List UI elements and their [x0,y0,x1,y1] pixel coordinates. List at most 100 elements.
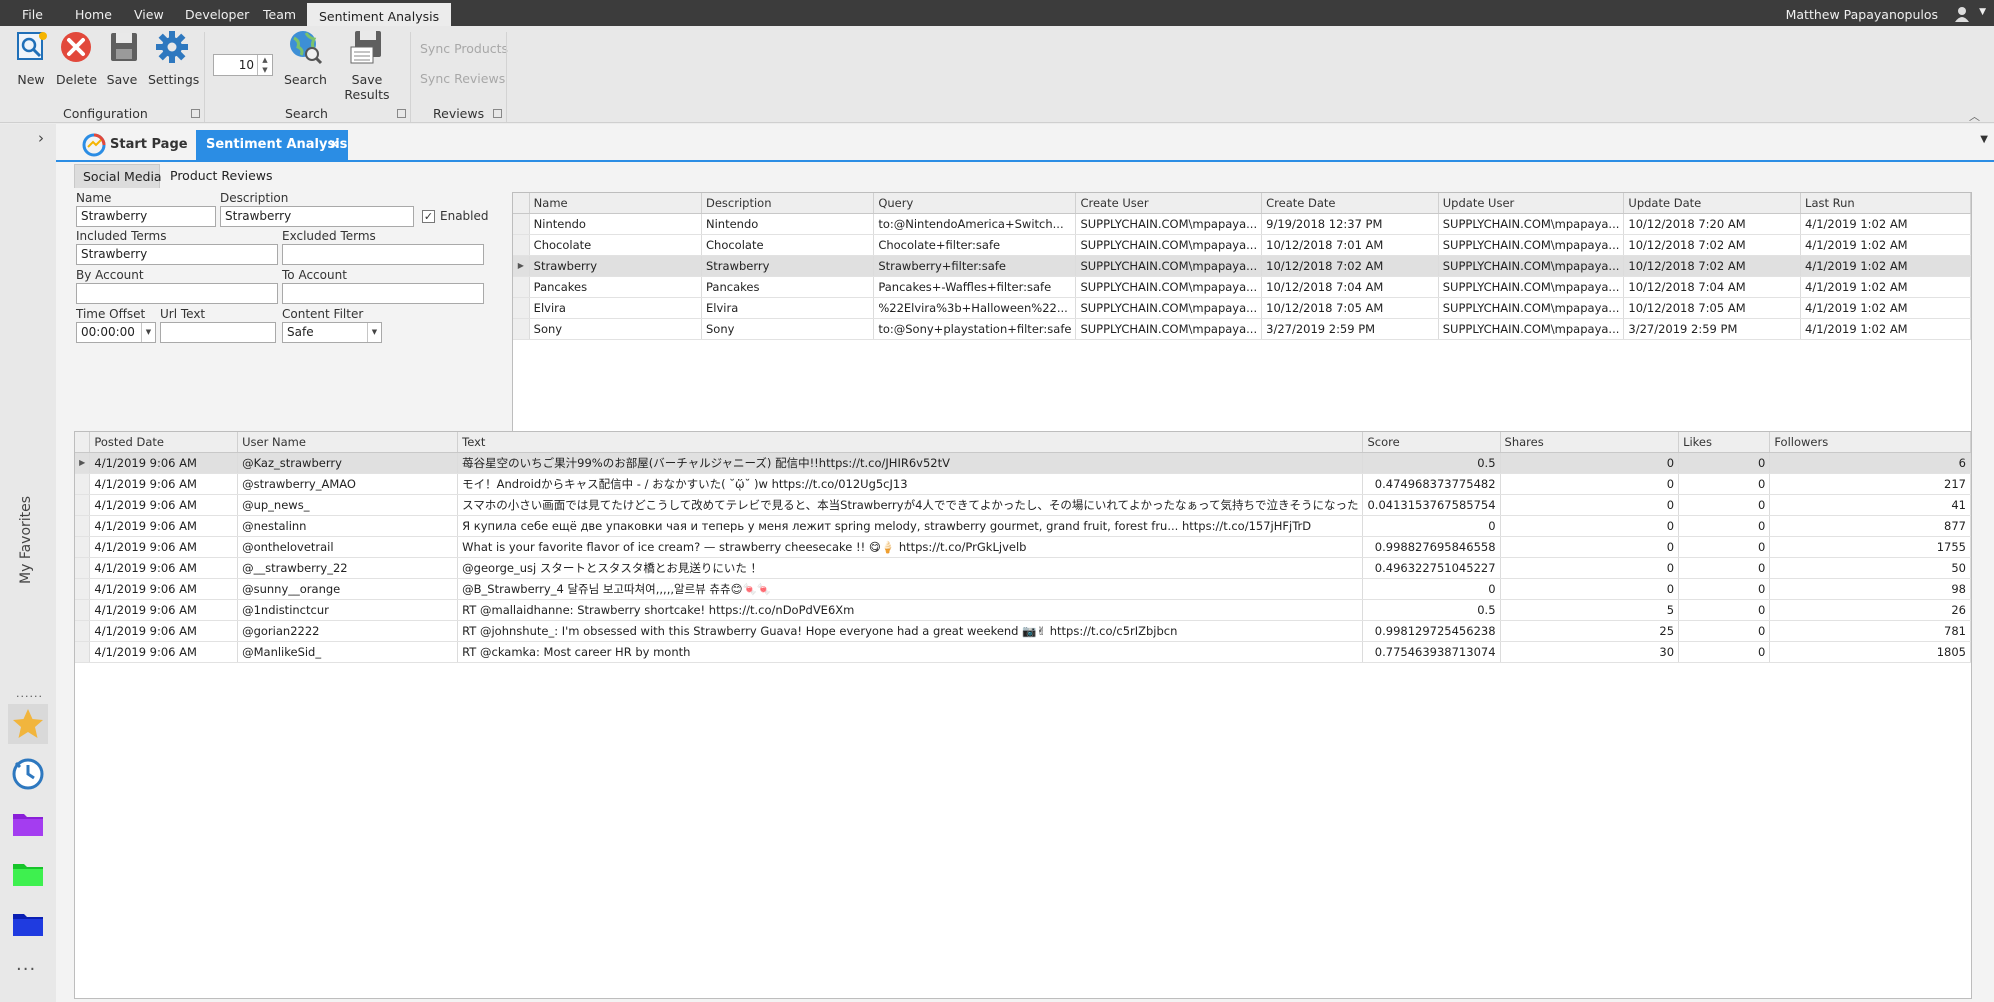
row-indicator[interactable] [513,276,530,298]
column-header-likes[interactable]: Likes [1678,432,1771,453]
column-header-text[interactable]: Text [457,432,1364,453]
reviews-launcher-icon[interactable] [493,109,502,118]
dock-more-icon[interactable]: ··· [16,959,36,980]
table-row[interactable]: 4/1/2019 9:06 AM @gorian2222 RT @johnshute… [75,620,1971,642]
table-row[interactable]: 4/1/2019 9:06 AM @nestalinn Я купила себе … [75,515,1971,537]
table-row[interactable]: ▶ 4/1/2019 9:06 AM @Kaz_strawberry 苺谷星空のいちご… [75,452,1971,474]
column-header-posted-date[interactable]: Posted Date [89,432,239,453]
menu-developer[interactable]: Developer [185,0,249,26]
table-row[interactable]: 4/1/2019 9:06 AM @up_news_ スマホの小さい画面では見てたけ… [75,494,1971,516]
close-tab-icon[interactable]: ✕ [328,130,340,160]
table-row[interactable]: Chocolate Chocolate Chocolate+filter:safe S… [513,234,1971,256]
table-row[interactable]: 4/1/2019 9:06 AM @1ndistinctcur RT @mallai… [75,599,1971,621]
column-header-description[interactable]: Description [701,193,875,214]
new-button[interactable]: New [14,29,48,87]
save-results-button[interactable]: Save Results [334,29,400,102]
row-indicator[interactable] [513,318,530,340]
purple-folder-icon[interactable] [8,804,48,844]
save-button[interactable]: Save [106,29,138,87]
content-filter-select[interactable]: Safe ▼ [282,322,382,343]
result-count-spinner[interactable]: 10 ▲ ▼ [213,54,273,76]
column-header-score[interactable]: Score [1362,432,1501,453]
row-indicator[interactable] [75,578,91,600]
row-indicator[interactable] [513,234,530,256]
row-indicator[interactable] [513,297,530,319]
cell-description: Nintendo [701,213,875,235]
star-icon[interactable] [8,704,48,744]
table-row[interactable]: 4/1/2019 9:06 AM @strawberry_AMAO モイ！Andro… [75,473,1971,495]
row-indicator[interactable] [75,599,91,621]
tab-start-page[interactable]: Start Page [80,130,188,160]
row-indicator[interactable] [75,620,91,642]
included-terms-field[interactable]: Strawberry [76,244,278,265]
user-menu-caret-icon[interactable]: ▼ [1979,7,1986,17]
column-header-create-user[interactable]: Create User [1075,193,1263,214]
menu-view[interactable]: View [134,0,164,26]
tab-sentiment-analysis[interactable]: Sentiment Analysis ✕ [196,130,348,160]
menu-sentiment-analysis[interactable]: Sentiment Analysis [307,3,452,26]
column-header-create-date[interactable]: Create Date [1261,193,1439,214]
expand-dock-icon[interactable]: › [38,129,44,147]
spinner-arrows-icon[interactable]: ▲ ▼ [257,55,272,75]
column-header-query[interactable]: Query [873,193,1077,214]
to-account-label: To Account [282,268,347,282]
row-indicator[interactable] [75,473,91,495]
configuration-launcher-icon[interactable] [191,109,200,118]
excluded-terms-field[interactable] [282,244,484,265]
search-group-label: Search [285,106,328,121]
content-filter-dropdown-icon[interactable]: ▼ [367,323,381,342]
time-offset-field[interactable]: 00:00:00 ▼ [76,322,156,343]
table-row[interactable]: Sony Sony to:@Sony+playstation+filter:safe… [513,318,1971,340]
column-header-update-user[interactable]: Update User [1438,193,1625,214]
row-indicator[interactable] [75,536,91,558]
column-header-user-name[interactable]: User Name [237,432,459,453]
dock-grip-icon[interactable]: ...... [16,687,43,700]
table-row[interactable]: Elvira Elvira %22Elvira%3b+Halloween%22...… [513,297,1971,319]
search-launcher-icon[interactable] [397,109,406,118]
enabled-checkbox[interactable]: ✓ [422,210,435,223]
current-row-arrow-icon[interactable]: ▶ [513,255,530,277]
settings-button[interactable]: Settings [148,29,199,87]
sync-products-button[interactable]: Sync Products [420,41,508,56]
table-row[interactable]: Nintendo Nintendo to:@NintendoAmerica+Swit… [513,213,1971,235]
menu-home[interactable]: Home [75,0,112,26]
table-row[interactable]: ▶ Strawberry Strawberry Strawberry+filter:s… [513,255,1971,277]
name-field[interactable]: Strawberry [76,206,216,227]
green-folder-icon[interactable] [8,854,48,894]
my-favorites-label[interactable]: My Favorites [18,496,34,584]
table-row[interactable]: 4/1/2019 9:06 AM @onthelovetrail What is y… [75,536,1971,558]
cell-shares: 0 [1500,494,1680,516]
row-indicator[interactable] [75,515,91,537]
row-indicator[interactable] [75,641,91,663]
search-button[interactable]: Search [284,29,327,87]
table-row[interactable]: 4/1/2019 9:06 AM @ManlikeSid_ RT @ckamka: … [75,641,1971,663]
column-header-followers[interactable]: Followers [1769,432,1971,453]
row-indicator[interactable] [75,494,91,516]
by-account-field[interactable] [76,283,278,304]
table-row[interactable]: 4/1/2019 9:06 AM @sunny__orange @B_Strawbe… [75,578,1971,600]
column-header-update-date[interactable]: Update Date [1623,193,1802,214]
table-row[interactable]: 4/1/2019 9:06 AM @__strawberry_22 @george_… [75,557,1971,579]
delete-button[interactable]: Delete [56,29,97,87]
time-offset-dropdown-icon[interactable]: ▼ [141,323,155,342]
current-row-arrow-icon[interactable]: ▶ [75,452,91,474]
menu-team[interactable]: Team [263,0,296,26]
history-clock-icon[interactable] [8,754,48,794]
tab-social-media[interactable]: Social Media [74,164,162,188]
row-indicator[interactable] [75,557,91,579]
column-header-last-run[interactable]: Last Run [1800,193,1971,214]
to-account-field[interactable] [282,283,484,304]
ribbon-collapse-icon[interactable]: ︿ [1969,108,1980,124]
url-text-field[interactable] [160,322,276,343]
menu-file[interactable]: File [22,0,43,26]
column-header-shares[interactable]: Shares [1500,432,1680,453]
tab-product-reviews[interactable]: Product Reviews [162,164,281,188]
blue-folder-icon[interactable] [8,904,48,944]
column-header-name[interactable]: Name [529,193,703,214]
description-field[interactable]: Strawberry [220,206,414,227]
sync-reviews-button[interactable]: Sync Reviews [420,71,505,86]
user-avatar-icon[interactable] [1954,6,1972,22]
row-indicator[interactable] [513,213,530,235]
table-row[interactable]: Pancakes Pancakes Pancakes+-Waffles+filter… [513,276,1971,298]
tab-list-dropdown-icon[interactable]: ▼ [1980,134,1988,145]
